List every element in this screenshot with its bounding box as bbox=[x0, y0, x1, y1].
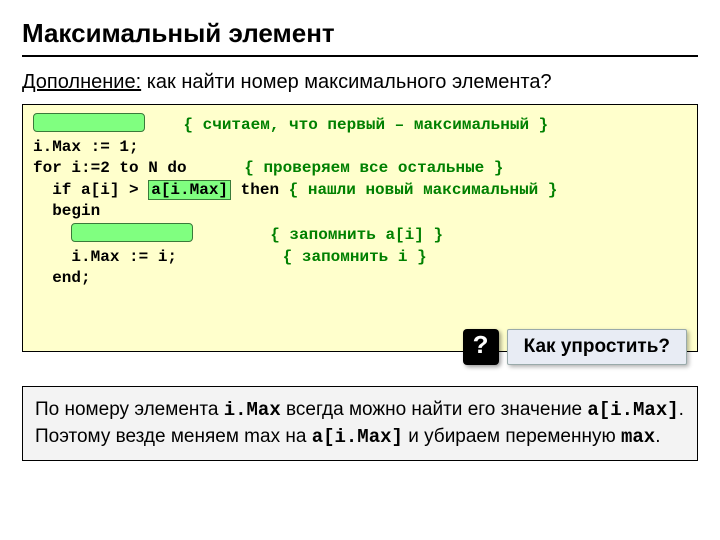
code-line-3a: for i:=2 to N do bbox=[33, 159, 187, 177]
code-block: { считаем, что первый – максимальный } i… bbox=[22, 104, 698, 352]
code-comment-6: { запомнить a[i] } bbox=[270, 226, 443, 244]
note-m2: a[i.Max] bbox=[587, 399, 678, 421]
callout: ? Как упростить? bbox=[463, 329, 687, 365]
code-comment-4: { нашли новый максимальный } bbox=[289, 181, 558, 199]
subtitle: Дополнение: как найти номер максимальног… bbox=[22, 71, 698, 94]
code-line-7: i.Max := i; bbox=[33, 248, 177, 266]
subtitle-rest: как найти номер максимального элемента? bbox=[141, 71, 551, 93]
code-line-5: begin bbox=[33, 202, 100, 220]
masked-code-2 bbox=[71, 223, 193, 242]
code-highlight: a[i.Max] bbox=[148, 180, 231, 200]
note-m4: max bbox=[621, 426, 655, 448]
note-t1: По номеру элемента bbox=[35, 399, 224, 420]
note-m1: i.Max bbox=[224, 399, 281, 421]
masked-code-1 bbox=[33, 113, 145, 132]
code-line-2: i.Max := 1; bbox=[33, 138, 139, 156]
note-m3: a[i.Max] bbox=[312, 426, 403, 448]
note-t5: . bbox=[655, 426, 660, 447]
code-line-4b: then bbox=[231, 181, 289, 199]
slide: Максимальный элемент Дополнение: как най… bbox=[0, 0, 720, 461]
code-line-4a: if a[i] > bbox=[33, 181, 148, 199]
note-t2: всегда можно найти его значение bbox=[281, 399, 588, 420]
note-t4: и убираем переменную bbox=[403, 426, 621, 447]
note-box: По номеру элемента i.Max всегда можно на… bbox=[22, 386, 698, 461]
question-mark-icon: ? bbox=[463, 329, 499, 365]
code-comment-1: { считаем, что первый – максимальный } bbox=[183, 116, 548, 134]
subtitle-prefix: Дополнение: bbox=[22, 71, 141, 93]
slide-title: Максимальный элемент bbox=[22, 18, 698, 49]
code-line-8: end; bbox=[33, 269, 91, 287]
code-comment-7: { запомнить i } bbox=[283, 248, 427, 266]
divider bbox=[22, 55, 698, 57]
callout-text: Как упростить? bbox=[507, 329, 687, 365]
code-comment-3: { проверяем все остальные } bbox=[244, 159, 503, 177]
